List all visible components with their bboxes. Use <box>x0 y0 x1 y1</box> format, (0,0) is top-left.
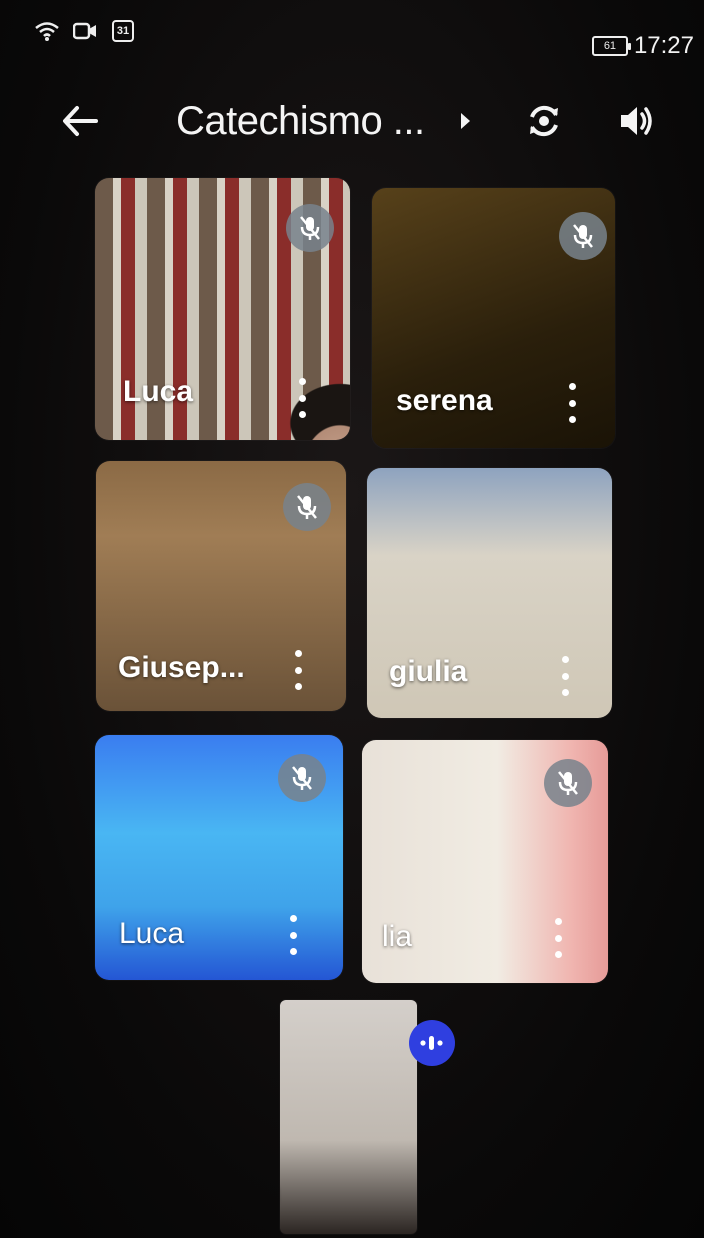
calendar-day-label: 31 <box>112 20 134 42</box>
mic-off-icon <box>286 204 334 252</box>
status-bar: 31 61 17:27 <box>0 0 704 70</box>
self-view-tile[interactable]: Tu <box>280 1000 417 1234</box>
clock-time: 17:27 <box>633 32 694 59</box>
more-options-button[interactable] <box>557 656 573 696</box>
more-options-button[interactable] <box>564 383 580 423</box>
mic-off-icon <box>283 483 331 531</box>
mic-off-icon <box>278 754 326 802</box>
status-icons-right: 61 17:27 <box>591 32 694 60</box>
more-options-button[interactable] <box>550 918 566 958</box>
meeting-title[interactable]: Catechismo ... <box>176 99 425 144</box>
chevron-right-icon[interactable] <box>455 109 475 133</box>
audio-level-icon <box>409 1020 455 1066</box>
participant-tile[interactable]: Luca <box>95 735 343 980</box>
more-options-button[interactable] <box>290 650 306 690</box>
calendar-icon: 31 <box>110 18 136 44</box>
participant-name: lia <box>382 920 413 953</box>
call-top-bar: Catechismo ... <box>0 85 704 165</box>
more-options-button[interactable] <box>285 915 301 955</box>
participant-name: Luca <box>119 917 185 950</box>
arrow-left-icon <box>63 106 98 136</box>
more-options-button[interactable] <box>294 378 310 418</box>
participant-name: Luca <box>123 375 194 408</box>
switch-camera-button[interactable] <box>520 97 568 145</box>
audio-output-button[interactable] <box>612 97 660 145</box>
video-camera-status-icon <box>72 18 98 44</box>
participant-name: serena <box>396 384 493 417</box>
battery-icon: 61 <box>591 36 631 56</box>
participant-tile[interactable]: Luca <box>95 178 350 440</box>
participant-tile[interactable]: lia <box>362 740 608 983</box>
meet-call-screen: 31 61 17:27 Catechismo ... Luca serena G… <box>0 0 704 1238</box>
participant-name: giulia <box>389 655 468 688</box>
back-button[interactable] <box>56 97 104 145</box>
battery-level: 61 <box>603 40 617 52</box>
speaker-icon <box>621 107 652 135</box>
participant-tile[interactable]: Giusep... <box>96 461 346 711</box>
mic-off-icon <box>559 212 607 260</box>
switch-camera-icon <box>530 105 558 137</box>
status-icons-left: 31 <box>34 18 136 44</box>
participant-tile[interactable]: giulia <box>367 468 612 718</box>
wifi-icon <box>34 18 60 44</box>
mic-off-icon <box>544 759 592 807</box>
participant-tile[interactable]: serena <box>372 188 615 448</box>
participant-name: Giusep... <box>118 651 245 684</box>
